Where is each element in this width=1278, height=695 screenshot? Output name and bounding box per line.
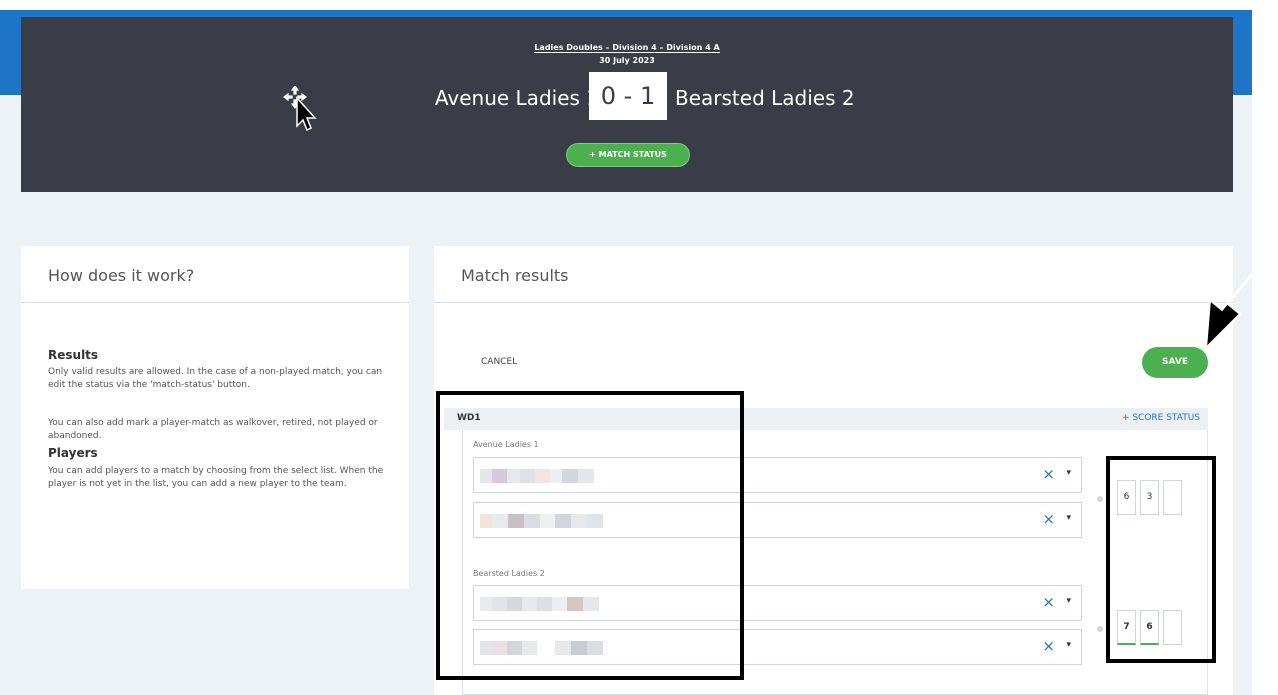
results-help-text-2: You can also add mark a player-match as …	[48, 418, 378, 441]
status-dot	[1097, 626, 1103, 632]
division-link[interactable]: Ladies Doubles – Division 4 – Division 4…	[21, 43, 1233, 53]
match-status-button[interactable]: + MATCH STATUS	[566, 143, 690, 167]
move-cursor-icon	[283, 85, 317, 136]
clear-icon[interactable]: ×	[1042, 465, 1055, 483]
annotation-box-scores	[1106, 456, 1216, 663]
top-strip	[0, 0, 1278, 10]
match-score: 0 - 1	[589, 72, 667, 120]
players-help-text: You can add players to a match by choosi…	[48, 466, 384, 489]
help-card: How does it work? Results Only valid res…	[21, 246, 409, 589]
away-team-name: Bearsted Ladies 2	[675, 86, 855, 110]
home-team-name: Avenue Ladies 1	[434, 86, 599, 110]
status-dot	[1097, 496, 1103, 502]
match-header: Ladies Doubles – Division 4 – Division 4…	[21, 17, 1233, 192]
match-results-divider	[434, 302, 1233, 303]
cancel-button[interactable]: CANCEL	[481, 357, 517, 367]
match-results-title: Match results	[461, 266, 569, 285]
clear-icon[interactable]: ×	[1042, 637, 1055, 655]
save-button[interactable]: SAVE	[1142, 347, 1208, 378]
annotation-arrow-icon	[1200, 244, 1278, 356]
chevron-down-icon[interactable]: ▾	[1066, 640, 1071, 650]
annotation-box-players	[436, 391, 744, 680]
clear-icon[interactable]: ×	[1042, 510, 1055, 528]
help-card-title: How does it work?	[48, 266, 195, 285]
match-date: 30 July 2023	[599, 56, 655, 65]
players-heading: Players	[48, 446, 98, 460]
chevron-down-icon[interactable]: ▾	[1066, 596, 1071, 606]
results-heading: Results	[48, 348, 99, 362]
results-help-text: Only valid results are allowed. In the c…	[48, 367, 383, 390]
help-card-divider	[21, 302, 409, 303]
clear-icon[interactable]: ×	[1042, 593, 1055, 611]
score-status-button[interactable]: + SCORE STATUS	[1122, 413, 1200, 423]
chevron-down-icon[interactable]: ▾	[1066, 468, 1071, 478]
chevron-down-icon[interactable]: ▾	[1066, 513, 1071, 523]
